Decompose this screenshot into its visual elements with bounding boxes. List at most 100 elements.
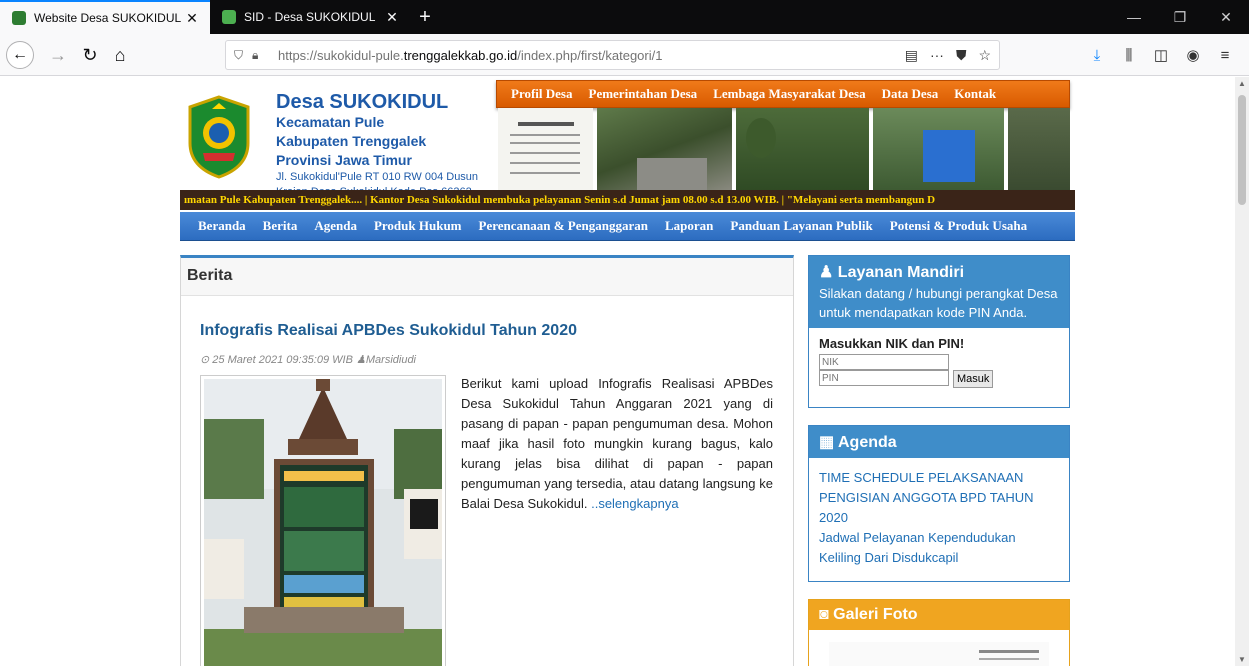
topmenu-lembaga-masyarakat[interactable]: Lembaga Masyarakat Desa (713, 86, 865, 102)
site-favicon-icon (222, 10, 236, 24)
tab-website-desa[interactable]: Website Desa SUKOKIDUL ✕ (0, 0, 210, 34)
menu-potensi-produk[interactable]: Potensi & Produk Usaha (890, 218, 1027, 234)
download-icon[interactable]: ⤓ (1081, 47, 1113, 64)
header-photo-document (498, 108, 594, 191)
tab-title: Website Desa SUKOKIDUL (34, 11, 182, 25)
nik-input[interactable] (819, 354, 949, 370)
pin-input[interactable] (819, 370, 949, 386)
layanan-mandiri-widget: ♟ Layanan Mandiri Silakan datang / hubun… (808, 255, 1070, 408)
menu-produk-hukum[interactable]: Produk Hukum (374, 218, 462, 234)
top-menu: Profil Desa Pemerintahan Desa Lembaga Ma… (496, 80, 1070, 108)
restore-icon[interactable]: ❐ (1157, 0, 1203, 34)
regency-name: Kabupaten Trenggalek (276, 133, 427, 149)
topmenu-kontak[interactable]: Kontak (954, 86, 996, 102)
account-icon[interactable]: ◉ (1177, 46, 1209, 64)
menu-laporan[interactable]: Laporan (665, 218, 713, 234)
header-photo-garden (736, 108, 870, 191)
sidebar-icon[interactable]: ◫ (1145, 46, 1177, 64)
news-ticker: ımatan Pule Kabupaten Trenggalek.... | K… (180, 190, 1075, 210)
post-date: 25 Maret 2021 09:35:09 WIB (212, 354, 353, 366)
topmenu-pemerintahan-desa[interactable]: Pemerintahan Desa (589, 86, 698, 102)
post-photo-illustration (204, 379, 442, 666)
topmenu-data-desa[interactable]: Data Desa (882, 86, 939, 102)
address-text: Jl. Sukokidul'Pule RT 010 RW 004 Dusun (276, 171, 479, 183)
widget-title: ▦ Agenda (819, 434, 897, 451)
url-domain: trenggalekkab.go.id (403, 47, 518, 63)
reader-view-icon[interactable]: ▤ (905, 47, 918, 64)
home-icon[interactable]: ⌂ (106, 41, 134, 69)
login-form: Masukkan NIK dan PIN! Masuk (809, 328, 1069, 396)
page-scrollbar[interactable]: ▲ ▼ (1235, 77, 1249, 666)
agenda-item[interactable]: Jadwal Pelayanan Kependudukan Keliling D… (819, 528, 1059, 568)
back-arrow-icon[interactable]: ← (6, 41, 34, 69)
topmenu-profil-desa[interactable]: Profil Desa (511, 86, 573, 102)
page-viewport: Desa SUKOKIDUL Kecamatan Pule Kabupaten … (0, 77, 1249, 666)
regency-logo-emblem (188, 95, 250, 179)
close-tab-icon[interactable]: ✕ (384, 9, 400, 26)
scrollbar-thumb[interactable] (1238, 95, 1246, 205)
main-menu: Beranda Berita Agenda Produk Hukum Peren… (180, 212, 1075, 241)
scroll-down-icon[interactable]: ▼ (1235, 655, 1249, 664)
post-title-link[interactable]: Infografis Realisai APBDes Sukokidul Tah… (200, 322, 577, 340)
section-title: Berita (181, 258, 793, 296)
pocket-icon[interactable]: ⛊ (956, 47, 967, 64)
login-form-label: Masukkan NIK dan PIN! (819, 336, 965, 351)
news-section: Berita Infografis Realisai APBDes Sukoki… (180, 255, 794, 666)
post-thumbnail[interactable] (200, 375, 446, 666)
header-photo-road (597, 108, 733, 191)
login-submit-button[interactable]: Masuk (953, 370, 994, 388)
close-tab-icon[interactable]: ✕ (184, 10, 200, 27)
galeri-foto-widget: ◙ Galeri Foto (808, 599, 1070, 666)
menu-panduan-layanan[interactable]: Panduan Layanan Publik (730, 218, 872, 234)
menu-icon[interactable]: ≡ (1209, 47, 1241, 64)
minimize-icon[interactable]: — (1111, 0, 1157, 34)
user-icon: ♟ (356, 354, 366, 366)
scroll-up-icon[interactable]: ▲ (1235, 79, 1249, 88)
menu-beranda[interactable]: Beranda (198, 218, 246, 234)
address-bar[interactable]: ⛉ 🔒︎ https://sukokidul-pule.trenggalekka… (225, 40, 1000, 70)
agenda-widget: ▦ Agenda TIME SCHEDULE PELAKSANAAN PENGI… (808, 425, 1070, 582)
menu-perencanaan[interactable]: Perencanaan & Penganggaran (479, 218, 648, 234)
post-author: Marsidiudi (365, 354, 417, 366)
header-photo-officials (1008, 108, 1071, 191)
camera-icon: ◙ (819, 606, 829, 623)
bookmark-star-icon[interactable]: ☆ (978, 47, 991, 64)
lock-icon[interactable]: 🔒︎ (252, 48, 270, 63)
tab-sid-desa[interactable]: SID - Desa SUKOKIDUL ✕ (210, 0, 410, 34)
widget-title: ◙ Galeri Foto (819, 606, 918, 623)
clock-icon: ⊙ (200, 354, 210, 366)
gallery-thumbnail[interactable] (829, 642, 1049, 666)
header-photo-pamsimas (873, 108, 1005, 191)
calendar-icon: ▦ (819, 434, 835, 451)
site-favicon-icon (12, 11, 26, 25)
library-icon[interactable]: ⫼ (1113, 47, 1145, 64)
post-body-text: Berikut kami upload Infografis Realisasi… (461, 376, 773, 511)
site-header: Desa SUKOKIDUL Kecamatan Pule Kabupaten … (180, 77, 1075, 191)
widget-header: ◙ Galeri Foto (809, 600, 1069, 630)
province-name: Provinsi Jawa Timur (276, 152, 412, 168)
header-photo-strip (498, 108, 1071, 191)
browser-tab-bar: Website Desa SUKOKIDUL ✕ SID - Desa SUKO… (0, 0, 1249, 34)
post-meta: ⊙ 25 Maret 2021 09:35:09 WIB ♟Marsidiudi (200, 353, 416, 366)
post-excerpt: Berikut kami upload Infografis Realisasi… (461, 374, 773, 514)
widget-header: ▦ Agenda (809, 426, 1069, 458)
browser-nav-bar: ← → ↻ ⌂ ⛉ 🔒︎ https://sukokidul-pule.tren… (0, 34, 1249, 76)
toolbar-icons: ⤓ ⫼ ◫ ◉ ≡ (1081, 41, 1241, 69)
menu-berita[interactable]: Berita (263, 218, 298, 234)
pin-row: Masuk (819, 370, 1059, 388)
url-text: https://sukokidul-pule.trenggalekkab.go.… (278, 47, 663, 63)
menu-agenda[interactable]: Agenda (314, 218, 357, 234)
agenda-item[interactable]: TIME SCHEDULE PELAKSANAAN PENGISIAN ANGG… (819, 468, 1059, 528)
new-tab-icon[interactable]: + (410, 0, 440, 34)
user-icon: ♟ (819, 264, 834, 281)
forward-arrow-icon[interactable]: → (44, 41, 72, 69)
page-actions-icon[interactable]: ··· (930, 47, 944, 63)
reload-icon[interactable]: ↻ (76, 41, 104, 69)
close-window-icon[interactable]: ✕ (1203, 0, 1249, 34)
read-more-link[interactable]: ..selengkapnya (591, 496, 678, 511)
shield-icon[interactable]: ⛉ (234, 48, 252, 63)
agenda-list: TIME SCHEDULE PELAKSANAAN PENGISIAN ANGG… (809, 458, 1069, 578)
widget-header: ♟ Layanan Mandiri Silakan datang / hubun… (809, 256, 1069, 328)
village-name: Desa SUKOKIDUL (276, 91, 449, 113)
tab-title: SID - Desa SUKOKIDUL (244, 10, 376, 24)
